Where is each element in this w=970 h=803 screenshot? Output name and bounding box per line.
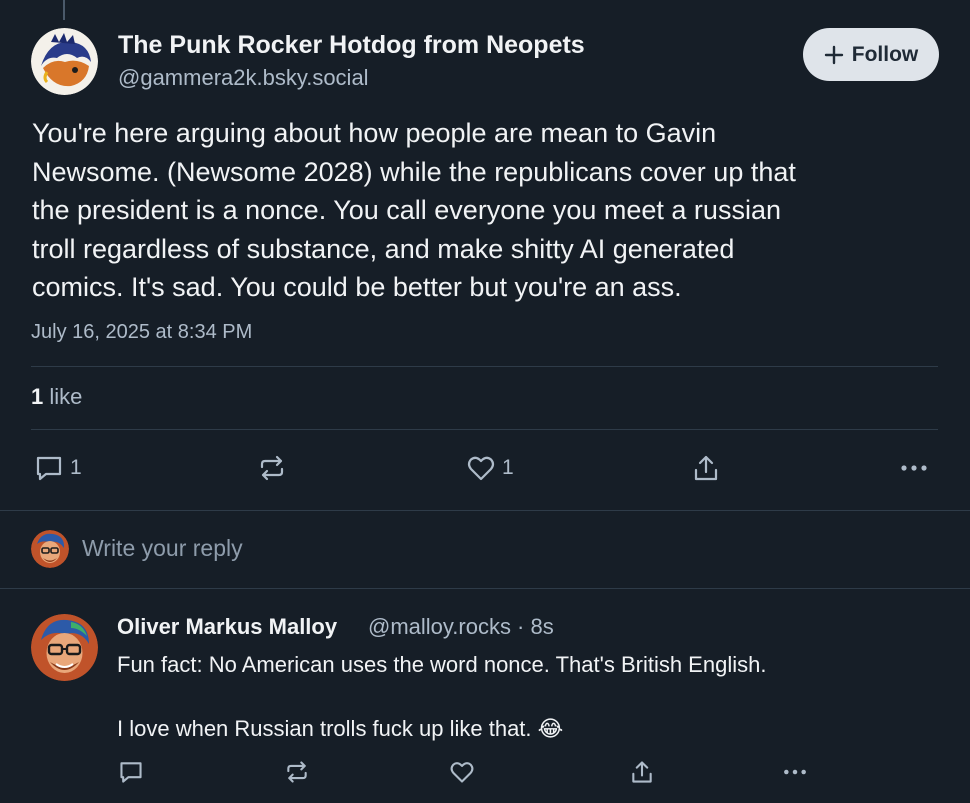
likes-word: like [49,384,83,409]
reply-count: 1 [70,456,82,479]
post-text-line: comics. It's sad. You could be better bu… [32,272,682,302]
more-options-button[interactable] [898,453,930,483]
follow-button[interactable]: Follow [803,28,939,81]
commenter-name[interactable]: Oliver Markus Malloy [117,614,337,640]
repost-icon [260,455,284,481]
post-body: You're here arguing about how people are… [32,114,937,307]
comment-more-options-button[interactable] [781,759,809,785]
more-icon [784,769,806,775]
divider [31,429,938,430]
current-user-avatar [31,530,69,568]
comment-body: Fun fact: No American uses the word nonc… [117,649,937,745]
repost-icon [287,761,307,783]
post-timestamp[interactable]: July 16, 2025 at 8:34 PM [31,321,252,344]
comment-text-line [117,681,937,713]
heart-icon [467,456,495,481]
share-button[interactable] [691,453,721,483]
divider [0,588,970,589]
like-button[interactable]: 1 [466,453,514,483]
author-name[interactable]: The Punk Rocker Hotdog from Neopets [118,31,585,60]
share-icon [694,455,718,481]
more-icon [901,465,927,471]
divider [31,366,938,367]
plus-icon [824,45,843,64]
comment-text-line: Fun fact: No American uses the word nonc… [117,652,767,677]
likes-count: 1 [31,384,44,409]
author-handle[interactable]: @gammera2k.bsky.social [118,65,369,91]
author-avatar[interactable] [31,28,98,95]
post-text-line: the president is a nonce. You call every… [32,195,781,225]
share-icon [632,761,652,783]
comment-repost-button[interactable] [284,759,310,785]
comment-text-line: I love when Russian trolls fuck up like … [117,716,564,741]
follow-label: Follow [851,42,919,66]
post-text-line: troll regardless of substance, and make … [32,233,735,264]
heart-icon [450,762,474,783]
reply-icon [120,762,142,783]
post-text-line: Newsome. (Newsome 2028) while the republ… [32,156,796,187]
like-count: 1 [502,456,514,479]
likes-summary[interactable]: 1 like [31,384,82,410]
thread-connector-line [63,0,65,20]
comment-like-button[interactable] [449,759,475,785]
commenter-handle-time[interactable]: @malloy.rocks · 8s [368,614,554,640]
comment-share-button[interactable] [629,759,655,785]
post-text-line: You're here arguing about how people are… [32,118,717,148]
repost-button[interactable] [257,453,287,483]
comment-reply-button[interactable] [118,759,144,785]
reply-input[interactable]: Write your reply [82,535,243,562]
reply-button[interactable]: 1 [34,453,82,483]
reply-icon [36,456,62,481]
commenter-avatar[interactable] [31,614,98,681]
